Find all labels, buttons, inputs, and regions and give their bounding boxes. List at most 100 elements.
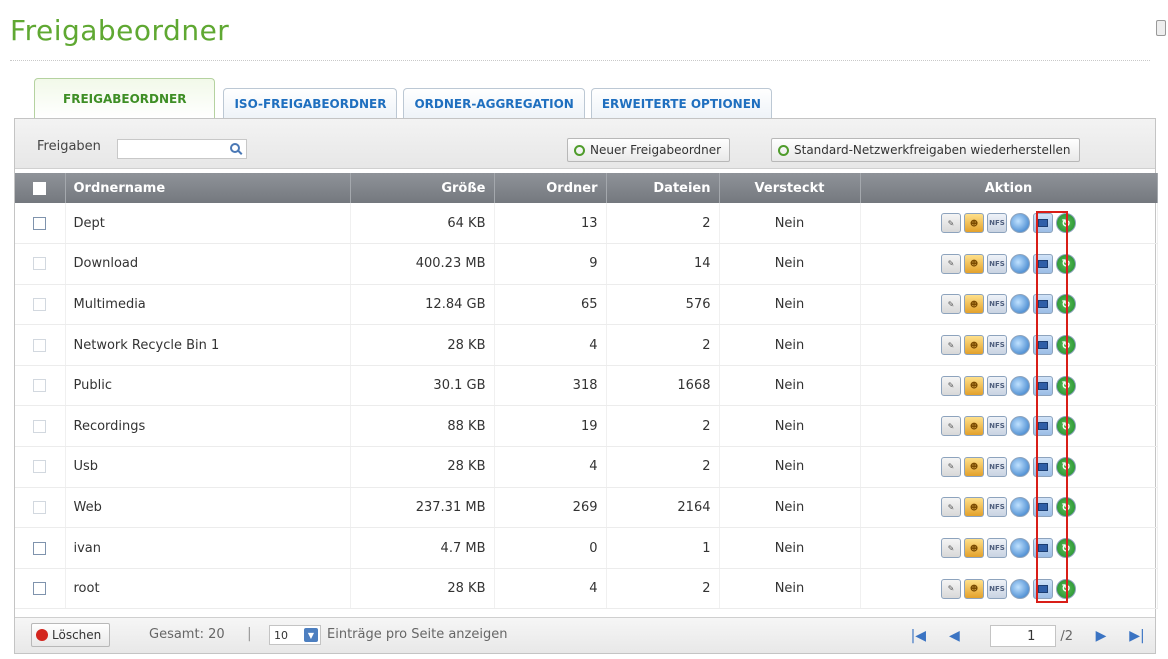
refresh-icon[interactable]: ↻ xyxy=(1056,456,1076,477)
monitor-icon[interactable] xyxy=(1033,456,1053,477)
monitor-icon[interactable] xyxy=(1033,416,1053,437)
web-access-icon[interactable] xyxy=(1010,538,1030,559)
next-page-button[interactable]: ▶ xyxy=(1089,624,1113,648)
chevron-down-icon[interactable]: ▼ xyxy=(304,628,318,642)
table-row[interactable]: Network Recycle Bin 1 28 KB 4 2 Nein ✎ ☻ NFS ↻ xyxy=(15,324,1158,366)
web-access-icon[interactable] xyxy=(1010,416,1030,437)
refresh-icon[interactable]: ↻ xyxy=(1056,294,1076,315)
user-permission-icon[interactable]: ☻ xyxy=(964,456,984,477)
select-all-checkbox[interactable] xyxy=(33,181,47,195)
web-access-icon[interactable] xyxy=(1010,253,1030,274)
table-row[interactable]: Web 237.31 MB 269 2164 Nein ✎ ☻ NFS ↻ xyxy=(15,487,1158,529)
table-row[interactable]: root 28 KB 4 2 Nein ✎ ☻ NFS ↻ xyxy=(15,568,1158,610)
column-header-name[interactable]: Ordnername xyxy=(65,173,351,203)
row-checkbox[interactable] xyxy=(33,500,47,514)
row-checkbox[interactable] xyxy=(33,541,47,555)
user-permission-icon[interactable]: ☻ xyxy=(964,416,984,437)
table-row[interactable]: Dept 64 KB 13 2 Nein ✎ ☻ NFS ↻ xyxy=(15,203,1158,245)
refresh-icon[interactable]: ↻ xyxy=(1056,375,1076,396)
search-input[interactable] xyxy=(117,139,247,159)
tab-freigabeordner[interactable]: FREIGABEORDNER xyxy=(34,78,216,118)
table-row[interactable]: Public 30.1 GB 318 1668 Nein ✎ ☻ NFS ↻ xyxy=(15,365,1158,407)
nfs-icon[interactable]: NFS xyxy=(987,456,1007,477)
refresh-icon[interactable]: ↻ xyxy=(1056,213,1076,234)
edit-icon[interactable]: ✎ xyxy=(941,497,961,518)
edit-icon[interactable]: ✎ xyxy=(941,294,961,315)
row-checkbox[interactable] xyxy=(33,257,47,271)
edit-icon[interactable]: ✎ xyxy=(941,538,961,559)
row-checkbox[interactable] xyxy=(33,297,47,311)
refresh-icon[interactable]: ↻ xyxy=(1056,335,1076,356)
page-number-input[interactable]: 1 xyxy=(990,625,1057,647)
refresh-icon[interactable]: ↻ xyxy=(1056,253,1076,274)
monitor-icon[interactable] xyxy=(1033,253,1053,274)
edit-icon[interactable]: ✎ xyxy=(941,335,961,356)
refresh-icon[interactable]: ↻ xyxy=(1056,416,1076,437)
first-page-button[interactable]: |◀ xyxy=(906,624,930,648)
column-header-folders[interactable]: Ordner xyxy=(494,173,607,203)
user-permission-icon[interactable]: ☻ xyxy=(964,375,984,396)
tab-ordner-aggregation[interactable]: ORDNER-AGGREGATION xyxy=(403,88,585,118)
tab-iso-freigabeordner[interactable]: ISO-FREIGABEORDNER xyxy=(223,88,398,118)
nfs-icon[interactable]: NFS xyxy=(987,213,1007,234)
user-permission-icon[interactable]: ☻ xyxy=(964,294,984,315)
nfs-icon[interactable]: NFS xyxy=(987,538,1007,559)
column-header-hidden[interactable]: Versteckt xyxy=(719,173,861,203)
search-icon[interactable] xyxy=(230,143,240,153)
monitor-icon[interactable] xyxy=(1033,578,1053,599)
user-permission-icon[interactable]: ☻ xyxy=(964,497,984,518)
restore-default-shares-button[interactable]: Standard-Netzwerkfreigaben wiederherstel… xyxy=(771,138,1080,162)
row-checkbox[interactable] xyxy=(33,216,47,230)
prev-page-button[interactable]: ◀ xyxy=(942,624,966,648)
table-row[interactable]: Multimedia 12.84 GB 65 576 Nein ✎ ☻ NFS ↻ xyxy=(15,284,1158,326)
row-checkbox[interactable] xyxy=(33,379,47,393)
web-access-icon[interactable] xyxy=(1010,497,1030,518)
nfs-icon[interactable]: NFS xyxy=(987,416,1007,437)
edit-icon[interactable]: ✎ xyxy=(941,456,961,477)
monitor-icon[interactable] xyxy=(1033,335,1053,356)
monitor-icon[interactable] xyxy=(1033,538,1053,559)
web-access-icon[interactable] xyxy=(1010,578,1030,599)
web-access-icon[interactable] xyxy=(1010,294,1030,315)
refresh-icon[interactable]: ↻ xyxy=(1056,578,1076,599)
web-access-icon[interactable] xyxy=(1010,335,1030,356)
refresh-icon[interactable]: ↻ xyxy=(1056,497,1076,518)
table-row[interactable]: Recordings 88 KB 19 2 Nein ✎ ☻ NFS ↻ xyxy=(15,405,1158,448)
column-header-size[interactable]: Größe xyxy=(350,173,495,203)
user-permission-icon[interactable]: ☻ xyxy=(964,538,984,559)
row-checkbox[interactable] xyxy=(33,419,47,433)
nfs-icon[interactable]: NFS xyxy=(987,497,1007,518)
document-icon[interactable] xyxy=(1156,20,1166,36)
web-access-icon[interactable] xyxy=(1010,456,1030,477)
tab-erweiterte-optionen[interactable]: ERWEITERTE OPTIONEN xyxy=(590,88,772,118)
web-access-icon[interactable] xyxy=(1010,213,1030,234)
monitor-icon[interactable] xyxy=(1033,375,1053,396)
delete-button[interactable]: Löschen xyxy=(31,623,111,647)
edit-icon[interactable]: ✎ xyxy=(941,253,961,274)
edit-icon[interactable]: ✎ xyxy=(941,578,961,599)
user-permission-icon[interactable]: ☻ xyxy=(964,213,984,234)
edit-icon[interactable]: ✎ xyxy=(941,375,961,396)
nfs-icon[interactable]: NFS xyxy=(987,253,1007,274)
new-shared-folder-button[interactable]: Neuer Freigabeordner xyxy=(567,138,731,162)
monitor-icon[interactable] xyxy=(1033,497,1053,518)
last-page-button[interactable]: ▶| xyxy=(1125,624,1149,648)
nfs-icon[interactable]: NFS xyxy=(987,335,1007,356)
nfs-icon[interactable]: NFS xyxy=(987,578,1007,599)
per-page-select[interactable]: 10 ▼ xyxy=(269,625,321,645)
column-header-files[interactable]: Dateien xyxy=(606,173,720,203)
user-permission-icon[interactable]: ☻ xyxy=(964,335,984,356)
monitor-icon[interactable] xyxy=(1033,213,1053,234)
table-row[interactable]: Usb 28 KB 4 2 Nein ✎ ☻ NFS ↻ xyxy=(15,446,1158,488)
monitor-icon[interactable] xyxy=(1033,294,1053,315)
edit-icon[interactable]: ✎ xyxy=(941,416,961,437)
row-checkbox[interactable] xyxy=(33,582,47,596)
row-checkbox[interactable] xyxy=(33,338,47,352)
user-permission-icon[interactable]: ☻ xyxy=(964,578,984,599)
nfs-icon[interactable]: NFS xyxy=(987,375,1007,396)
table-row[interactable]: ivan 4.7 MB 0 1 Nein ✎ ☻ NFS ↻ xyxy=(15,527,1158,569)
nfs-icon[interactable]: NFS xyxy=(987,294,1007,315)
web-access-icon[interactable] xyxy=(1010,375,1030,396)
refresh-icon[interactable]: ↻ xyxy=(1056,538,1076,559)
edit-icon[interactable]: ✎ xyxy=(941,213,961,234)
